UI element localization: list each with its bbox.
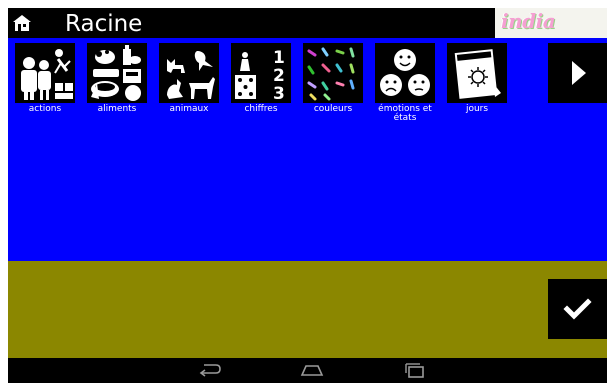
animaux-icon xyxy=(159,43,219,103)
emotions-icon xyxy=(375,43,435,103)
category-tile-emotions[interactable]: émotions et états xyxy=(375,43,435,123)
next-page-button[interactable] xyxy=(548,43,607,103)
recent-apps-icon[interactable] xyxy=(402,361,428,379)
category-label: aliments xyxy=(97,104,137,114)
category-label: jours xyxy=(465,104,489,114)
page-title: Racine xyxy=(65,11,143,37)
jours-icon xyxy=(447,43,507,103)
category-tile-animaux[interactable]: animaux xyxy=(159,43,219,114)
aliments-icon xyxy=(87,43,147,103)
india-rose-logo: india rose xyxy=(495,8,607,57)
top-bar: Racine india rose xyxy=(8,8,607,57)
app-screen: Racine india rose xyxy=(8,8,607,383)
chiffres-icon: 1 2 3 xyxy=(231,43,291,103)
couleurs-icon xyxy=(303,43,363,103)
category-label: chiffres xyxy=(244,104,278,114)
category-tile-aliments[interactable]: aliments xyxy=(87,43,147,114)
category-tile-actions[interactable]: actions xyxy=(15,43,75,114)
category-label: couleurs xyxy=(313,104,353,114)
category-tile-chiffres[interactable]: 1 2 3 chiffres xyxy=(231,43,291,114)
svg-text:1: 1 xyxy=(273,48,285,68)
checkmark-icon xyxy=(563,298,592,320)
sentence-panel[interactable] xyxy=(8,261,607,358)
svg-text:2: 2 xyxy=(273,66,285,86)
system-nav-bar xyxy=(8,358,607,383)
home-nav-icon[interactable] xyxy=(299,361,325,379)
category-label: émotions et états xyxy=(378,104,432,123)
back-icon[interactable] xyxy=(196,361,222,379)
actions-icon xyxy=(15,43,75,103)
category-tile-couleurs[interactable]: couleurs xyxy=(303,43,363,114)
category-label: animaux xyxy=(169,104,209,114)
validate-button[interactable] xyxy=(548,279,607,339)
category-label: actions xyxy=(28,104,62,114)
category-panel: actions aliments animaux 1 2 3 chiffres … xyxy=(8,38,607,261)
svg-text:3: 3 xyxy=(273,84,285,103)
category-tile-jours[interactable]: jours xyxy=(447,43,507,114)
home-icon[interactable] xyxy=(12,14,32,32)
chevron-right-icon xyxy=(572,61,586,85)
